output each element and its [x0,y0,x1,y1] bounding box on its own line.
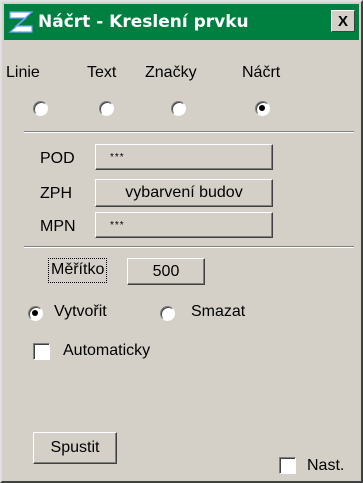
field-label-pod: POD [40,150,75,167]
scale-button[interactable]: 500 [127,258,205,285]
field-label-mpn: MPN [40,218,76,235]
delete-label: Smazat [191,303,246,320]
separator [24,131,354,133]
mode-label-text: Text [87,64,117,81]
mode-radio-text[interactable] [99,101,114,116]
mode-label-linie: Linie [6,64,40,81]
create-label: Vytvořit [54,303,107,320]
automatic-checkbox[interactable] [33,343,50,360]
app-logo-icon [6,7,36,37]
mode-radio-linie[interactable] [33,101,48,116]
sketch-dialog-window: Náčrt - Kreslení prvku X Linie Text Znač… [0,0,363,483]
field-button-mpn[interactable]: *** [95,212,273,238]
create-radio[interactable] [28,306,43,321]
mode-label-znacky: Značky [145,64,197,81]
mode-label-nacrt: Náčrt [242,64,281,81]
mode-radio-nacrt[interactable] [255,101,270,116]
mode-radio-znacky[interactable] [171,101,186,116]
automatic-label: Automaticky [63,342,151,359]
window-title: Náčrt - Kreslení prvku [38,12,249,32]
separator [24,246,354,248]
run-button[interactable]: Spustit [33,432,117,464]
scale-label: Měřítko [48,258,108,283]
title-bar[interactable]: Náčrt - Kreslení prvku X [4,4,359,40]
settings-checkbox[interactable] [279,457,296,474]
field-button-zph[interactable]: vybarvení budov [95,179,273,207]
delete-radio[interactable] [160,306,175,321]
close-button[interactable]: X [331,10,355,32]
close-icon: X [337,12,348,30]
settings-label: Nast. [307,457,345,474]
field-button-pod[interactable]: *** [95,144,273,170]
field-label-zph: ZPH [40,185,72,202]
